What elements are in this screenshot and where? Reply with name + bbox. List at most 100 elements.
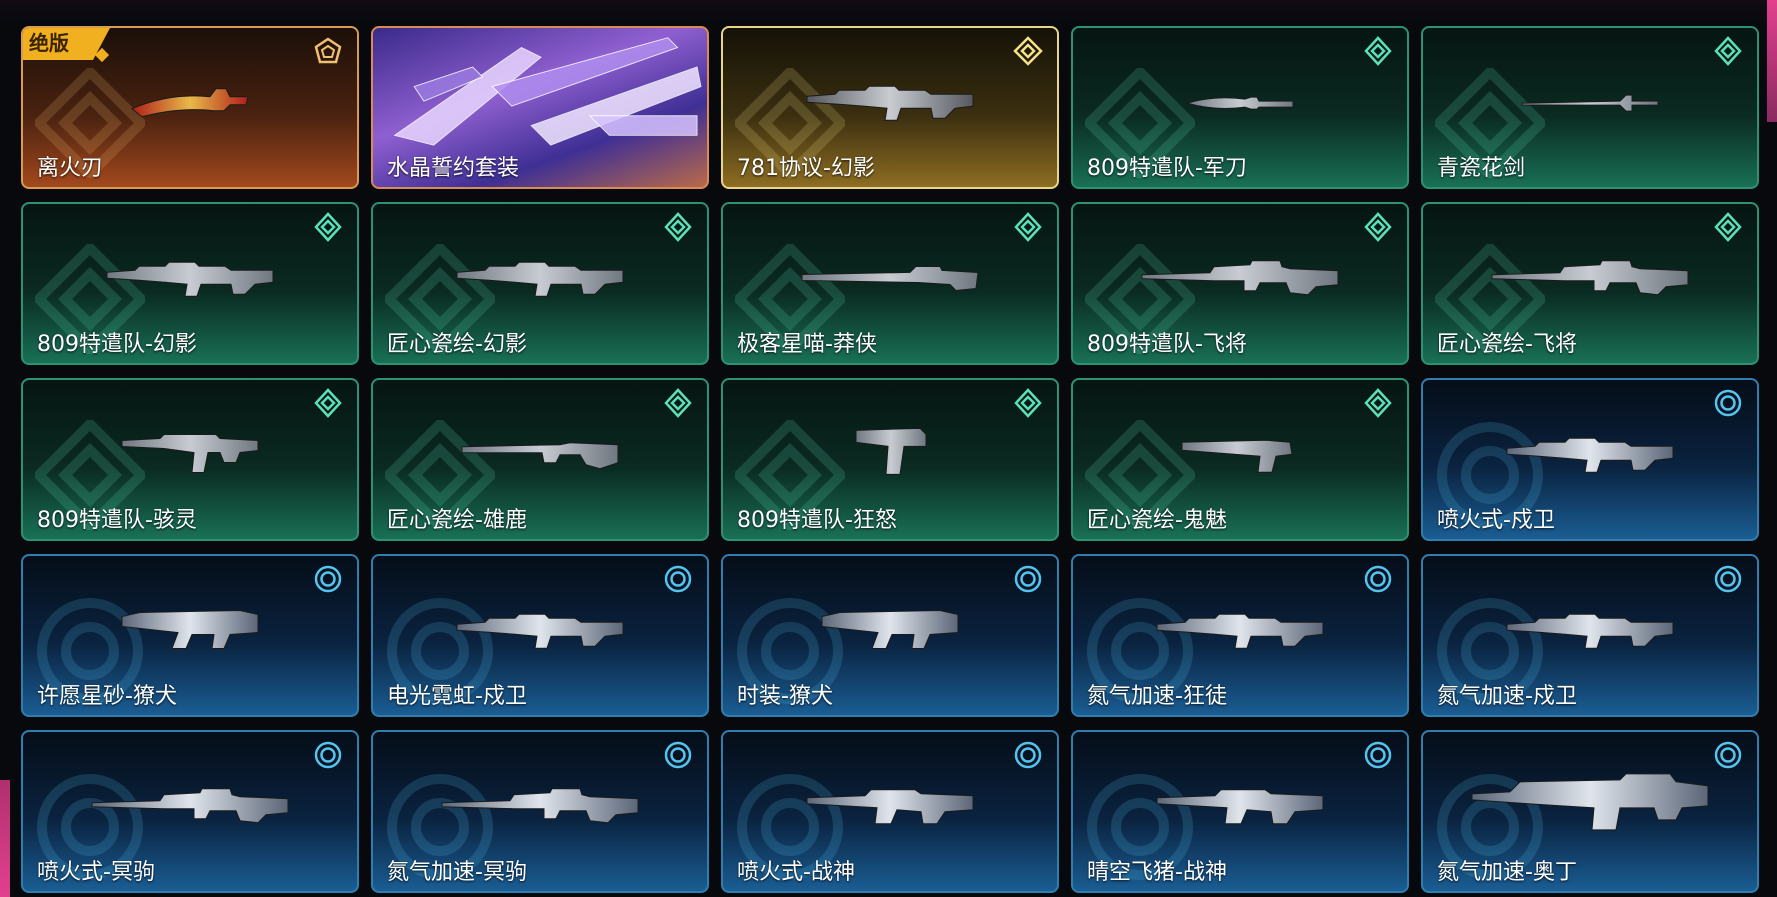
ring-icon	[1363, 564, 1393, 594]
skin-card[interactable]: 时装-獠犬	[721, 554, 1059, 717]
ring-icon	[1363, 740, 1393, 770]
hex-icon	[663, 388, 693, 418]
ring-icon	[313, 564, 343, 594]
skin-card[interactable]: 许愿星砂-獠犬	[21, 554, 359, 717]
weapon-image	[800, 260, 980, 298]
weapon-image	[1180, 430, 1300, 478]
weapon-image	[455, 606, 625, 654]
skin-name: 809特遣队-骇灵	[37, 508, 197, 533]
ring-icon	[1713, 740, 1743, 770]
ring-icon	[1713, 564, 1743, 594]
weapon-image	[820, 602, 960, 656]
skin-card[interactable]: 匠心瓷绘-雄鹿	[371, 378, 709, 541]
weapon-image	[805, 779, 975, 831]
skin-name: 青瓷花剑	[1437, 156, 1526, 181]
skin-card[interactable]: 晴空飞猪-战神	[1071, 730, 1409, 893]
ring-icon	[1013, 564, 1043, 594]
skin-name: 氮气加速-狂徒	[1087, 684, 1227, 709]
scrollbar[interactable]	[1767, 0, 1777, 122]
weapon-image	[90, 784, 290, 828]
skin-card[interactable]: 电光霓虹-戍卫	[371, 554, 709, 717]
weapon-image	[1155, 606, 1325, 654]
skin-card[interactable]: 809特遣队-飞将	[1071, 202, 1409, 365]
skin-name: 809特遣队-狂怒	[737, 508, 897, 533]
ring-icon	[313, 740, 343, 770]
skin-card[interactable]: 809特遣队-幻影	[21, 202, 359, 365]
pentagon-icon	[313, 36, 343, 66]
skin-name: 喷火式-戍卫	[1437, 508, 1555, 533]
hex-icon	[1363, 36, 1393, 66]
weapon-image	[1505, 430, 1675, 478]
hex-icon	[663, 212, 693, 242]
weapon-image	[105, 254, 275, 302]
skin-card[interactable]: 青瓷花剑	[1421, 26, 1759, 189]
hex-icon	[313, 212, 343, 242]
ring-icon	[1713, 388, 1743, 418]
weapon-image	[1490, 256, 1690, 300]
weapon-image	[805, 78, 975, 126]
hex-icon	[1713, 212, 1743, 242]
skin-name: 809特遣队-幻影	[37, 332, 197, 357]
skin-grid: 绝版 离火刃水晶誓约套装 781协议-幻影 809特遣队-军刀 青瓷花剑 809特遣队-幻…	[21, 26, 1759, 893]
skin-name: 匠心瓷绘-鬼魅	[1087, 508, 1227, 533]
skin-card[interactable]: 809特遣队-军刀	[1071, 26, 1409, 189]
skin-card[interactable]: 匠心瓷绘-幻影	[371, 202, 709, 365]
skin-card[interactable]: 氮气加速-戍卫	[1421, 554, 1759, 717]
hex-icon	[1713, 36, 1743, 66]
ring-icon	[663, 564, 693, 594]
weapon-image	[120, 426, 260, 480]
skin-name: 氮气加速-奥丁	[1437, 860, 1577, 885]
skin-card[interactable]: 809特遣队-狂怒	[721, 378, 1059, 541]
weapon-image	[1140, 256, 1340, 300]
ring-icon	[1013, 740, 1043, 770]
skin-card[interactable]: 匠心瓷绘-鬼魅	[1071, 378, 1409, 541]
skin-name: 喷火式-冥驹	[37, 860, 155, 885]
skin-name: 匠心瓷绘-幻影	[387, 332, 527, 357]
weapon-image	[440, 784, 640, 828]
skin-card[interactable]: 氮气加速-冥驹	[371, 730, 709, 893]
skin-name: 极客星喵-莽侠	[737, 332, 877, 357]
weapon-image	[455, 254, 625, 302]
skin-card[interactable]: 喷火式-战神	[721, 730, 1059, 893]
skin-name: 许愿星砂-獠犬	[37, 684, 177, 709]
skin-name: 喷火式-战神	[737, 860, 855, 885]
weapon-image	[130, 80, 250, 124]
weapon-image	[120, 602, 260, 656]
skin-card[interactable]: 781协议-幻影	[721, 26, 1059, 189]
skin-name: 晴空飞猪-战神	[1087, 860, 1227, 885]
skin-card[interactable]: 水晶誓约套装	[371, 26, 709, 189]
weapon-image	[460, 432, 620, 476]
skin-name: 氮气加速-冥驹	[387, 860, 527, 885]
skin-name: 809特遣队-军刀	[1087, 156, 1247, 181]
weapon-image	[1155, 779, 1325, 831]
skin-name: 809特遣队-飞将	[1087, 332, 1247, 357]
weapon-image	[850, 420, 930, 484]
skin-card[interactable]: 氮气加速-狂徒	[1071, 554, 1409, 717]
skin-name: 电光霓虹-戍卫	[387, 684, 527, 709]
skin-card[interactable]: 喷火式-冥驹	[21, 730, 359, 893]
skin-name: 时装-獠犬	[737, 684, 833, 709]
skin-card[interactable]: 极客星喵-莽侠	[721, 202, 1059, 365]
weapon-image	[1470, 769, 1710, 837]
skin-name: 离火刃	[37, 156, 104, 181]
hex-icon	[313, 388, 343, 418]
skin-name: 匠心瓷绘-雄鹿	[387, 508, 527, 533]
skin-name: 匠心瓷绘-飞将	[1437, 332, 1577, 357]
hex-icon	[1013, 212, 1043, 242]
inventory-screen: 绝版 离火刃水晶誓约套装 781协议-幻影 809特遣队-军刀 青瓷花剑 809特遣队-幻…	[0, 0, 1777, 897]
skin-card[interactable]: 氮气加速-奥丁	[1421, 730, 1759, 893]
hex-icon	[1363, 212, 1393, 242]
weapon-image	[1520, 93, 1660, 117]
skin-card[interactable]: 809特遣队-骇灵	[21, 378, 359, 541]
skin-name: 氮气加速-戍卫	[1437, 684, 1577, 709]
hex-icon	[1013, 388, 1043, 418]
left-edge-accent	[0, 780, 10, 897]
skin-name: 781协议-幻影	[737, 156, 875, 181]
weapon-image	[1505, 606, 1675, 654]
skin-card[interactable]: 匠心瓷绘-飞将	[1421, 202, 1759, 365]
diamond-icon	[1013, 36, 1043, 66]
skin-card[interactable]: 喷火式-戍卫	[1421, 378, 1759, 541]
skin-name: 水晶誓约套装	[387, 156, 520, 181]
hex-icon	[1363, 388, 1393, 418]
skin-card[interactable]: 绝版 离火刃	[21, 26, 359, 189]
